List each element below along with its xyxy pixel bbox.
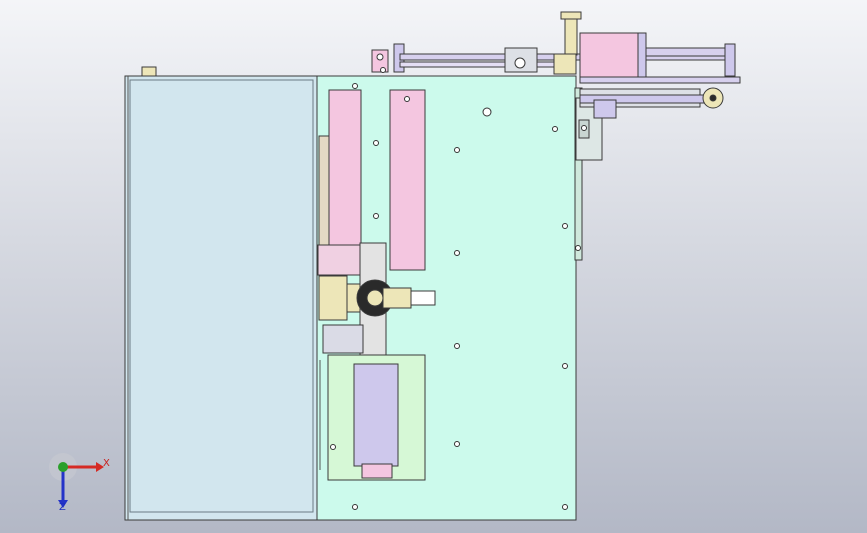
left-cover-panel	[124, 75, 319, 521]
machine-assembly	[124, 11, 741, 521]
orientation-triad: X Z	[48, 452, 118, 514]
top-nub	[141, 66, 157, 77]
top-rail-bearing-hole	[514, 57, 526, 69]
mid-bracket	[317, 244, 367, 276]
top-actuator-end-post	[724, 43, 736, 77]
triad-x-label: X	[103, 458, 110, 469]
top-knob-cap	[560, 11, 582, 20]
slide-left	[328, 89, 362, 257]
top-actuator-shaft	[645, 47, 727, 57]
base-bracket	[322, 324, 364, 354]
slide-right	[389, 89, 426, 271]
top-rail-bar-lower	[399, 61, 571, 68]
gripper-tip	[410, 290, 436, 306]
cad-viewport[interactable]	[0, 0, 867, 533]
lower-motor-base	[361, 463, 393, 479]
top-rail-lower-bar	[579, 76, 741, 84]
motor-housing	[318, 275, 348, 321]
top-knob-stem	[564, 16, 578, 56]
gripper-block	[382, 287, 412, 309]
top-actuator-flange	[637, 32, 647, 82]
top-knob-collar	[553, 53, 577, 75]
slide-guide-left	[318, 135, 330, 247]
triad-y-origin	[58, 462, 68, 472]
triad-z-label: Z	[59, 502, 66, 513]
top-actuator-body	[579, 32, 639, 84]
lower-motor	[353, 363, 399, 467]
